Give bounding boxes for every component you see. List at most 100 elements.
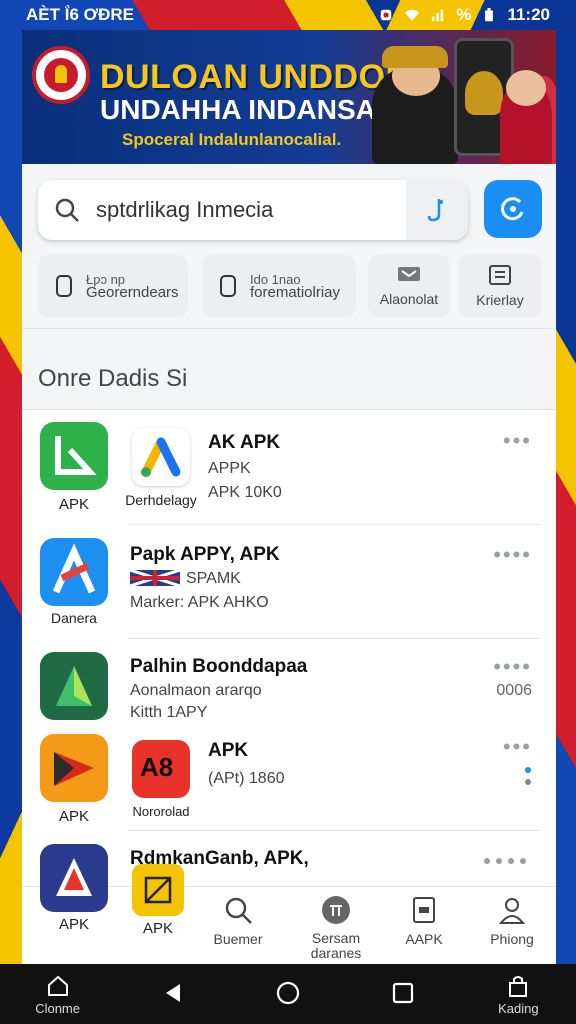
app-icon-navy[interactable] xyxy=(40,844,108,912)
app-icon-orange xyxy=(40,734,108,802)
wifi-icon xyxy=(405,9,420,21)
app-icon-blue xyxy=(40,538,108,606)
search-icon xyxy=(38,180,96,240)
phone-outline-icon xyxy=(56,275,72,297)
tab-apk-home-label: APK xyxy=(142,920,173,937)
a8-badge-text: A8 xyxy=(140,752,174,782)
app-icon-label: APK xyxy=(58,496,89,513)
banner-person-head-3 xyxy=(506,70,546,106)
system-nav-bar: Clonme Kading xyxy=(0,964,576,1024)
tab-apk-home[interactable] xyxy=(132,864,184,916)
document-icon xyxy=(413,897,435,923)
nav-recents-button[interactable] xyxy=(348,980,458,1008)
list-item[interactable]: APK A8 Nororolad APK (APt) 1860 ••• xyxy=(22,732,556,832)
chip-categories[interactable]: Łƿɔ np Georerndears xyxy=(38,254,188,318)
a8-app-icon: A8 xyxy=(132,740,190,798)
app-meta-1: SPAMK xyxy=(186,570,241,587)
emblem-logo xyxy=(32,46,90,104)
progress-dots-icon xyxy=(525,767,531,785)
message-icon xyxy=(398,267,420,281)
notification-icon xyxy=(381,9,392,21)
status-icons: % 11:20 xyxy=(378,5,550,25)
app-sub-label: Nororolad xyxy=(132,804,190,819)
promo-banner[interactable]: DULOAN UNDDON! UNDAHHA INDANSA Spoceral … xyxy=(22,30,556,164)
house-icon xyxy=(47,975,68,996)
carrier-text: AÈT Ḯ6 ƠĐRE xyxy=(26,5,135,24)
battery-icon xyxy=(485,8,494,22)
app-name: Palhin Boonddapaa xyxy=(130,656,308,677)
list-item[interactable]: APK Derhdelagy AK APK APPK APK 10K0 ••• xyxy=(22,420,556,530)
status-bar: AÈT Ḯ6 ƠĐRE % 11:20 xyxy=(0,0,576,30)
app-meta-2: Marker: APK AHKO xyxy=(130,594,269,611)
app-right-count: 0006 xyxy=(496,682,532,699)
chip-category-list-label: Krierlay xyxy=(476,292,524,308)
chip-categories-text: Łƿɔ np Georerndears xyxy=(86,273,179,301)
chip-notifications[interactable]: Alaonolat xyxy=(368,254,450,318)
app-sub-label: Derhdelagy xyxy=(125,492,197,508)
home-circle-icon xyxy=(276,981,300,1005)
nav-home-app-button[interactable]: Clonme xyxy=(3,973,113,1016)
search-bar[interactable]: sptdrlikag Inmecia xyxy=(38,180,468,240)
divider xyxy=(128,638,540,639)
tab-browse[interactable]: Buemer xyxy=(198,895,278,947)
search-input[interactable]: sptdrlikag Inmecia xyxy=(96,197,406,223)
scan-button[interactable] xyxy=(484,180,542,238)
app-meta-2: APK 10K0 xyxy=(208,484,282,501)
bag-icon xyxy=(509,975,528,997)
app-icon-label: APK xyxy=(58,916,89,933)
scan-icon xyxy=(501,197,524,221)
app-name: AK APK xyxy=(208,432,281,453)
app-store-panel: sptdrlikag Inmecia Łƿɔ np Georerndears I… xyxy=(22,164,556,964)
overflow-menu-icon[interactable]: •••• xyxy=(493,544,532,566)
nav-home-label: Clonme xyxy=(35,1000,80,1016)
tab-apk[interactable]: AAPK xyxy=(384,895,464,947)
nav-loading-button[interactable]: Kading xyxy=(463,973,573,1016)
back-triangle-icon xyxy=(165,984,180,1002)
list-item[interactable]: Palhin Boonddapaa Aonalmaon ararqo Kitth… xyxy=(22,648,556,738)
banner-subtitle: UNDAHHA INDANSA xyxy=(100,94,376,125)
nav-right-label: Kading xyxy=(498,1000,539,1016)
battery-text: % xyxy=(456,5,472,24)
app-icon-green xyxy=(40,422,108,490)
chip-line-2: Georerndears xyxy=(86,284,179,301)
pi-circle-icon xyxy=(322,896,350,924)
nav-home-button[interactable] xyxy=(233,980,343,1008)
overflow-menu-icon[interactable]: •••• xyxy=(493,656,532,678)
divider xyxy=(128,830,540,831)
chip-information[interactable]: Ido 1nao forematiolriay xyxy=(202,254,356,318)
tab-apk-label: AAPK xyxy=(405,931,443,947)
divider xyxy=(128,524,540,525)
overflow-menu-icon[interactable]: ••• xyxy=(503,736,532,758)
overflow-menu-icon[interactable]: ••• xyxy=(503,430,532,452)
chip-line-2: forematiolriay xyxy=(250,284,341,301)
app-name: Papk APPY, APK xyxy=(130,544,280,565)
tab-profile-label: Phiong xyxy=(490,931,534,947)
list-icon xyxy=(489,265,511,285)
tab-profile[interactable]: Phiong xyxy=(472,895,552,947)
app-name: APK xyxy=(208,740,249,761)
banner-tagline: Spoceral Indalunlanocalial. xyxy=(122,130,342,149)
app-icon-label: Danera xyxy=(51,610,97,626)
banner-person-hat xyxy=(382,46,448,68)
app-meta-2: Kitth 1APY xyxy=(130,704,208,721)
google-ads-style-icon xyxy=(132,428,190,486)
app-meta-1: (APt) 1860 xyxy=(208,770,285,787)
clock: 11:20 xyxy=(507,5,550,24)
app-meta-1: APPK xyxy=(208,460,251,477)
tab-services[interactable]: Sersam daranes xyxy=(296,895,376,961)
tab-browse-label: Buemer xyxy=(213,931,263,947)
nav-back-button[interactable] xyxy=(118,980,228,1008)
mic-icon xyxy=(427,199,443,222)
app-icon-dark-green xyxy=(40,652,108,720)
uk-flag-icon xyxy=(130,570,180,586)
list-item[interactable]: Danera Papk APPY, APK SPAMK Marker: APK … xyxy=(22,534,556,644)
tab-services-label: Sersam daranes xyxy=(310,930,362,961)
voice-search-button[interactable] xyxy=(406,180,468,240)
apk-box-icon xyxy=(144,876,172,904)
color-dots-icon xyxy=(484,858,526,864)
recents-square-icon xyxy=(393,982,414,1004)
app-icon-label: APK xyxy=(58,808,89,825)
section-title: Onre Dadis Si xyxy=(22,328,556,410)
app-meta-1: Aonalmaon ararqo xyxy=(130,682,262,699)
chip-category-list[interactable]: Krierlay xyxy=(458,254,542,318)
